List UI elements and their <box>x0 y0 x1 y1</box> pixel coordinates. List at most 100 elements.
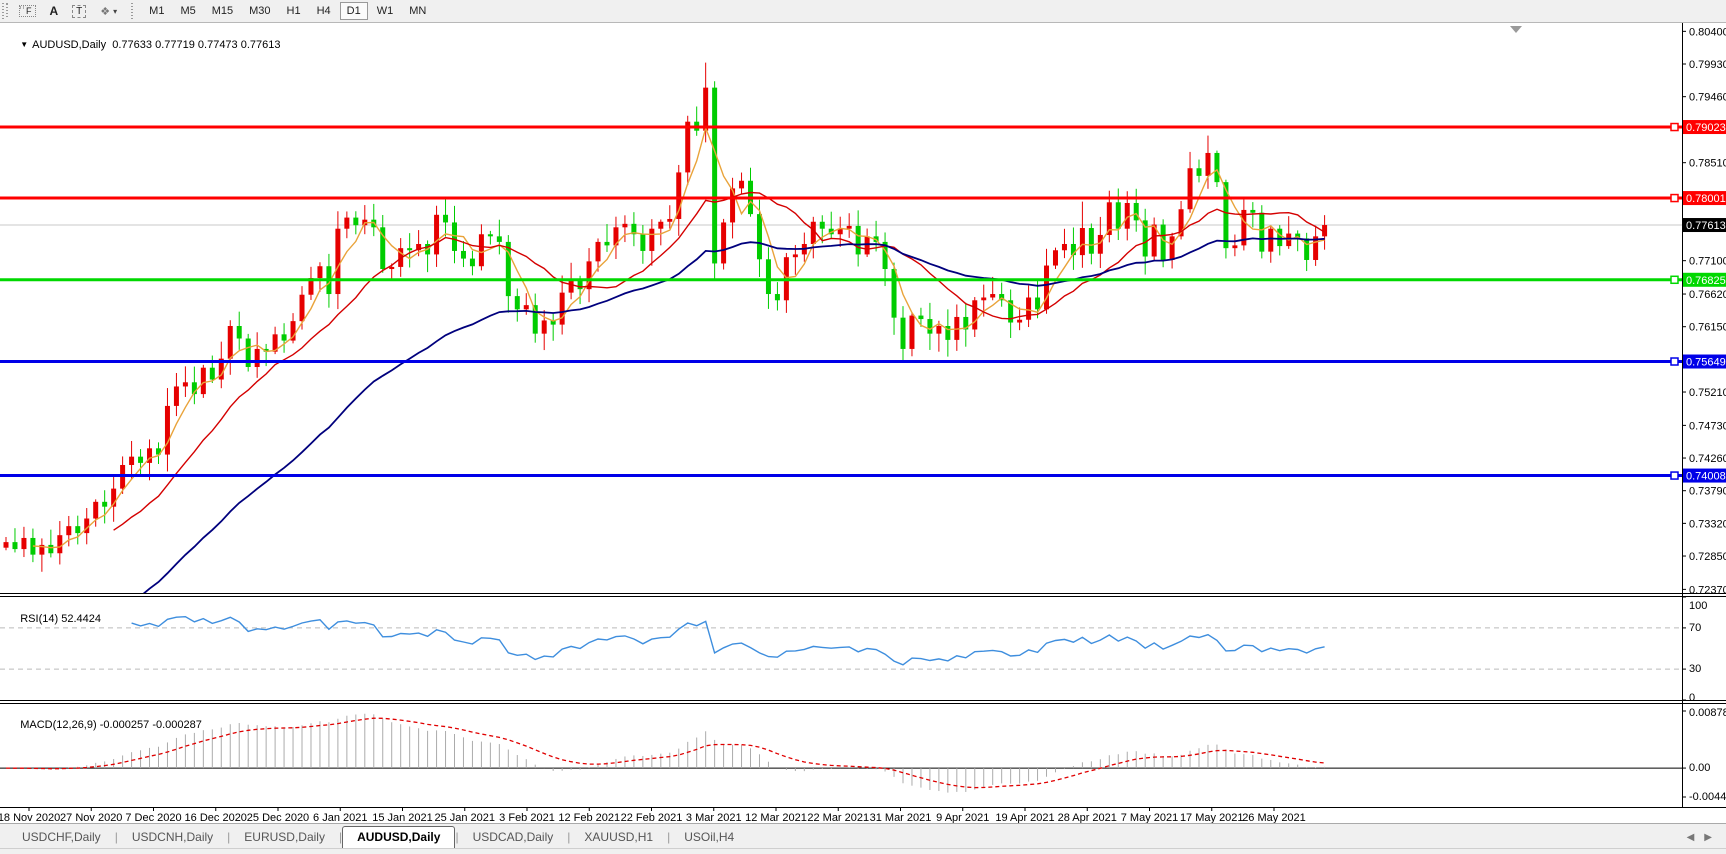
rsi-tick-label: 100 <box>1689 600 1707 612</box>
chart-canvas[interactable]: 0.80400 0.79930 0.79460 0.78510 0.77100 0.766… <box>0 23 1726 823</box>
price-tick-label: 0.72850 <box>1689 551 1726 563</box>
date-tick-label: 18 Nov 2020 <box>0 812 60 823</box>
price-tick-label: 0.79460 <box>1689 92 1726 104</box>
templates-button[interactable] <box>13 2 42 20</box>
date-tick-label: 3 Feb 2021 <box>499 812 555 823</box>
tabs-scroll-right-icon[interactable]: ▶ <box>1704 832 1712 843</box>
date-tick-label: 3 Mar 2021 <box>686 812 742 823</box>
timeframe-button-M30[interactable]: M30 <box>242 2 277 20</box>
timeframe-button-W1[interactable]: W1 <box>370 2 401 20</box>
price-tick-label: 0.74260 <box>1689 453 1726 465</box>
hline-handle[interactable] <box>1671 276 1678 283</box>
price-tick-label: 0.72370 <box>1689 584 1726 596</box>
level-price-label: 0.76825 <box>1686 275 1726 287</box>
symbol-tabbar: USDCHF,Daily|USDCNH,Daily|EURUSD,Daily|A… <box>0 823 1726 848</box>
symbol-tab-AUDUSD[interactable]: AUDUSD,Daily <box>342 826 455 848</box>
date-tick-label: 19 Apr 2021 <box>995 812 1054 823</box>
price-tick-label: 0.73320 <box>1689 518 1726 530</box>
timeframe-group: M1M5M15M30H1H4D1W1MN <box>141 2 434 20</box>
date-tick-label: 6 Jan 2021 <box>313 812 367 823</box>
level-price-label: 0.75649 <box>1686 357 1726 369</box>
timeframe-button-M5[interactable]: M5 <box>173 2 202 20</box>
price-tick-label: 0.80400 <box>1689 26 1726 38</box>
rsi-tick-label: 30 <box>1689 663 1701 675</box>
symbol-tab-EURUSD[interactable]: EURUSD,Daily <box>230 827 339 848</box>
date-tick-label: 22 Mar 2021 <box>807 812 869 823</box>
rsi-panel-label: RSI(14) 52.4424 <box>8 601 101 637</box>
date-tick-label: 9 Apr 2021 <box>936 812 989 823</box>
bid-price-label: 0.77613 <box>1686 220 1726 232</box>
macd-name: MACD(12,26,9) <box>20 719 96 731</box>
textbox-tool-button[interactable]: T <box>66 2 92 20</box>
hline-handle[interactable] <box>1671 358 1678 365</box>
date-tick-label: 15 Jan 2021 <box>372 812 433 823</box>
mt4-window: A T ▾ M1M5M15M30H1H4D1W1MN 0.80400 0.7993… <box>0 0 1726 854</box>
colors-button[interactable]: ▾ <box>94 2 123 20</box>
chart-shift-icon[interactable] <box>1510 26 1522 33</box>
rsi-name: RSI(14) <box>20 613 58 625</box>
hline-handle[interactable] <box>1671 124 1678 131</box>
date-tick-label: 22 Feb 2021 <box>621 812 683 823</box>
tabs-scroll-left-icon[interactable]: ◀ <box>1687 832 1695 843</box>
hline-handle[interactable] <box>1671 195 1678 202</box>
timeframe-button-M15[interactable]: M15 <box>205 2 240 20</box>
timeframe-button-H1[interactable]: H1 <box>280 2 308 20</box>
symbol-tab-USDCAD[interactable]: USDCAD,Daily <box>459 827 568 848</box>
date-tick-label: 26 May 2021 <box>1242 812 1306 823</box>
colors-icon <box>100 5 110 18</box>
price-tick-label: 0.76150 <box>1689 322 1726 334</box>
date-tick-label: 7 May 2021 <box>1121 812 1178 823</box>
chart-symbol-label: AUDUSD,Daily <box>32 39 106 51</box>
date-tick-label: 28 Apr 2021 <box>1058 812 1117 823</box>
price-tick-label: 0.75210 <box>1689 387 1726 399</box>
toolbar-grip[interactable] <box>2 3 8 19</box>
level-price-label: 0.74008 <box>1686 471 1726 483</box>
rsi-tick-label: 70 <box>1689 622 1701 634</box>
date-tick-label: 25 Dec 2020 <box>247 812 309 823</box>
price-tick-label: 0.78510 <box>1689 158 1726 170</box>
price-tick-label: 0.79930 <box>1689 59 1726 71</box>
chevron-down-icon: ▾ <box>113 7 117 16</box>
ohlc-close: 0.77613 <box>241 39 281 51</box>
bottom-strip <box>0 848 1726 854</box>
tab-scroll-arrows: ◀ ▶ <box>1687 832 1712 848</box>
price-tick-label: 0.74730 <box>1689 420 1726 432</box>
date-tick-label: 12 Mar 2021 <box>745 812 807 823</box>
date-tick-label: 31 Mar 2021 <box>870 812 932 823</box>
level-price-label: 0.78001 <box>1686 193 1726 205</box>
ohlc-low: 0.77473 <box>198 39 238 51</box>
macd-tick-label: 0.00 <box>1689 762 1710 774</box>
date-tick-label: 25 Jan 2021 <box>434 812 495 823</box>
date-tick-label: 16 Dec 2020 <box>185 812 247 823</box>
symbol-tab-USDCNH[interactable]: USDCNH,Daily <box>118 827 227 848</box>
ohlc-open: 0.77633 <box>112 39 152 51</box>
rsi-value: 52.4424 <box>61 613 101 625</box>
symbol-tab-USOil[interactable]: USOil,H4 <box>670 827 748 848</box>
toolbar: A T ▾ M1M5M15M30H1H4D1W1MN <box>0 0 1726 23</box>
price-tick-label: 0.76620 <box>1689 289 1726 301</box>
date-tick-label: 17 May 2021 <box>1180 812 1244 823</box>
textbox-icon: T <box>72 5 86 18</box>
timeframe-button-M1[interactable]: M1 <box>142 2 171 20</box>
ohlc-collapse-icon[interactable]: ▼ <box>20 40 28 49</box>
date-tick-label: 12 Feb 2021 <box>558 812 620 823</box>
rsi-tick-label: 0 <box>1689 692 1695 704</box>
chart-header: ▼ AUDUSD,Daily 0.77633 0.77719 0.77473 0.… <box>8 27 281 63</box>
price-tick-label: 0.73790 <box>1689 486 1726 498</box>
symbol-tab-XAUUSD[interactable]: XAUUSD,H1 <box>570 827 667 848</box>
tabs-host: USDCHF,Daily|USDCNH,Daily|EURUSD,Daily|A… <box>8 826 748 848</box>
macd-values: -0.000257 -0.000287 <box>100 719 202 731</box>
timeframe-button-MN[interactable]: MN <box>402 2 433 20</box>
ohlc-high: 0.77719 <box>155 39 195 51</box>
date-tick-label: 27 Nov 2020 <box>60 812 122 823</box>
text-tool-button[interactable]: A <box>44 2 65 20</box>
timeframe-button-D1[interactable]: D1 <box>340 2 368 20</box>
timeframe-button-H4[interactable]: H4 <box>310 2 338 20</box>
toolbar-separator <box>129 2 135 20</box>
macd-tick-label: -0.004451 <box>1689 791 1726 803</box>
price-tick-label: 0.77100 <box>1689 256 1726 268</box>
date-tick-label: 7 Dec 2020 <box>125 812 181 823</box>
hline-handle[interactable] <box>1671 472 1678 479</box>
level-price-label: 0.79023 <box>1686 122 1726 134</box>
symbol-tab-USDCHF[interactable]: USDCHF,Daily <box>8 827 115 848</box>
